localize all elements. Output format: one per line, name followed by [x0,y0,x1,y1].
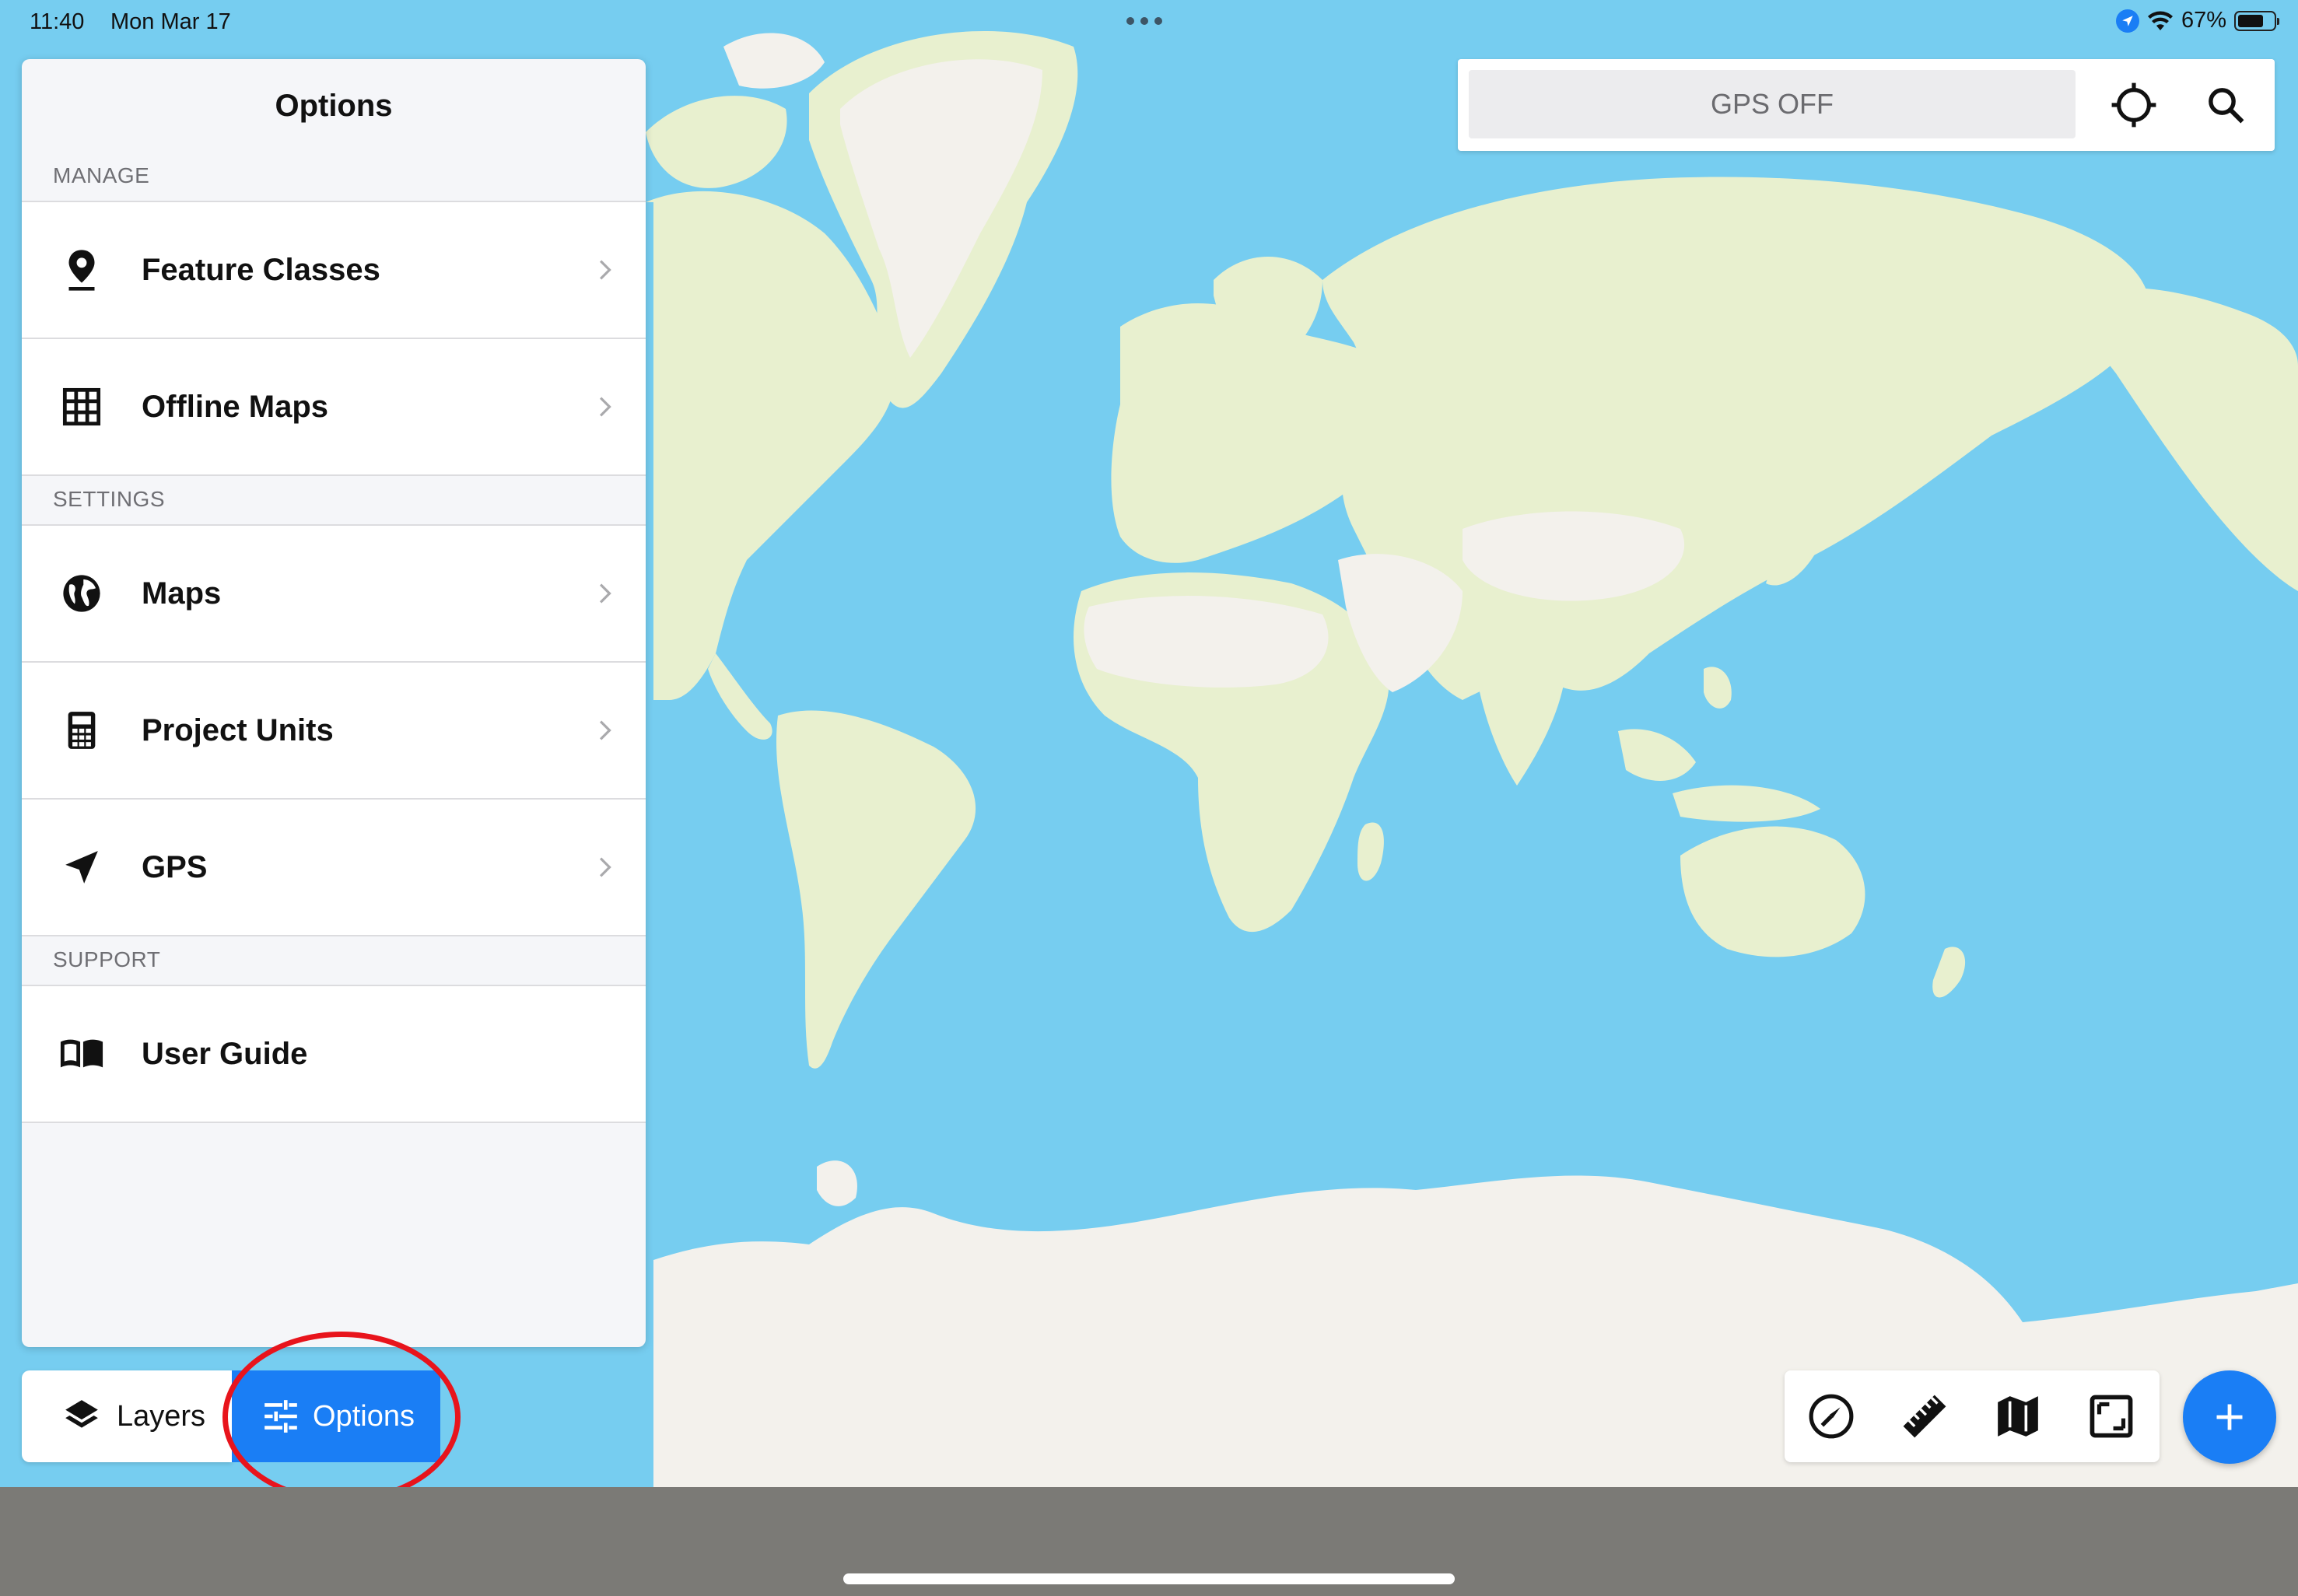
compass-button[interactable] [1785,1370,1878,1462]
menu-item-label: GPS [142,849,208,884]
tab-layers[interactable]: Layers [22,1370,232,1462]
plus-icon [2216,1404,2243,1430]
tab-options-label: Options [313,1399,415,1433]
menu-item-maps[interactable]: Maps [22,524,646,661]
menu-item-label: Offline Maps [142,389,329,424]
menu-item-user-guide[interactable]: User Guide [22,985,646,1123]
map-pin-icon [59,247,104,292]
menu-item-label: Project Units [142,712,334,747]
panel-title: Options [275,88,393,123]
calculator-icon [59,708,104,753]
ruler-icon [1903,1395,1946,1438]
wifi-icon [2147,11,2173,30]
search-icon[interactable] [2205,84,2247,126]
menu-item-offline-maps[interactable]: Offline Maps [22,338,646,474]
section-header-manage: MANAGE [53,163,150,187]
gps-search-bar: GPS OFF [1458,59,2275,151]
menu-item-feature-classes[interactable]: Feature Classes [22,201,646,338]
frame-icon [2090,1395,2133,1438]
navigation-arrow-icon [59,845,104,890]
chevron-right-icon [599,583,611,604]
add-feature-button[interactable] [2183,1370,2276,1464]
sliders-icon [264,1400,297,1433]
measure-button[interactable] [1878,1370,1971,1462]
battery-icon [2234,10,2279,31]
globe-icon [59,571,104,616]
tab-options[interactable]: Options [232,1370,440,1462]
battery-percentage: 67% [2181,8,2226,33]
chevron-right-icon [599,857,611,877]
basemap-button[interactable] [1971,1370,2065,1462]
location-services-icon [2115,9,2139,33]
menu-item-gps[interactable]: GPS [22,798,646,935]
map-icon [1998,1396,2038,1437]
status-time: 11:40 [30,9,85,34]
compass-icon [1809,1394,1854,1439]
menu-item-project-units[interactable]: Project Units [22,661,646,798]
book-icon [59,1031,104,1076]
menu-item-label: Feature Classes [142,252,380,287]
layers-icon [65,1400,98,1428]
crosshair-icon[interactable] [2110,81,2158,129]
chevron-right-icon [599,397,611,417]
menu-item-label: Maps [142,576,222,611]
status-date: Mon Mar 17 [110,9,231,34]
map-tools-toolbar [1785,1370,2160,1462]
multitasking-dots-icon[interactable] [1126,17,1162,25]
options-panel: Options MANAGE Feature Classes Offline M… [22,59,646,1347]
chevron-right-icon [599,260,611,280]
section-header-support: SUPPORT [22,935,646,985]
menu-item-label: User Guide [142,1036,308,1071]
status-indicators: 67% [2115,8,2279,33]
home-indicator[interactable] [843,1573,1455,1584]
gps-status-field[interactable]: GPS OFF [1469,70,2076,138]
tab-layers-label: Layers [117,1399,206,1433]
grid-icon [59,384,104,429]
section-header-settings: SETTINGS [22,474,646,524]
chevron-right-icon [599,720,611,740]
frame-button[interactable] [2065,1370,2158,1462]
